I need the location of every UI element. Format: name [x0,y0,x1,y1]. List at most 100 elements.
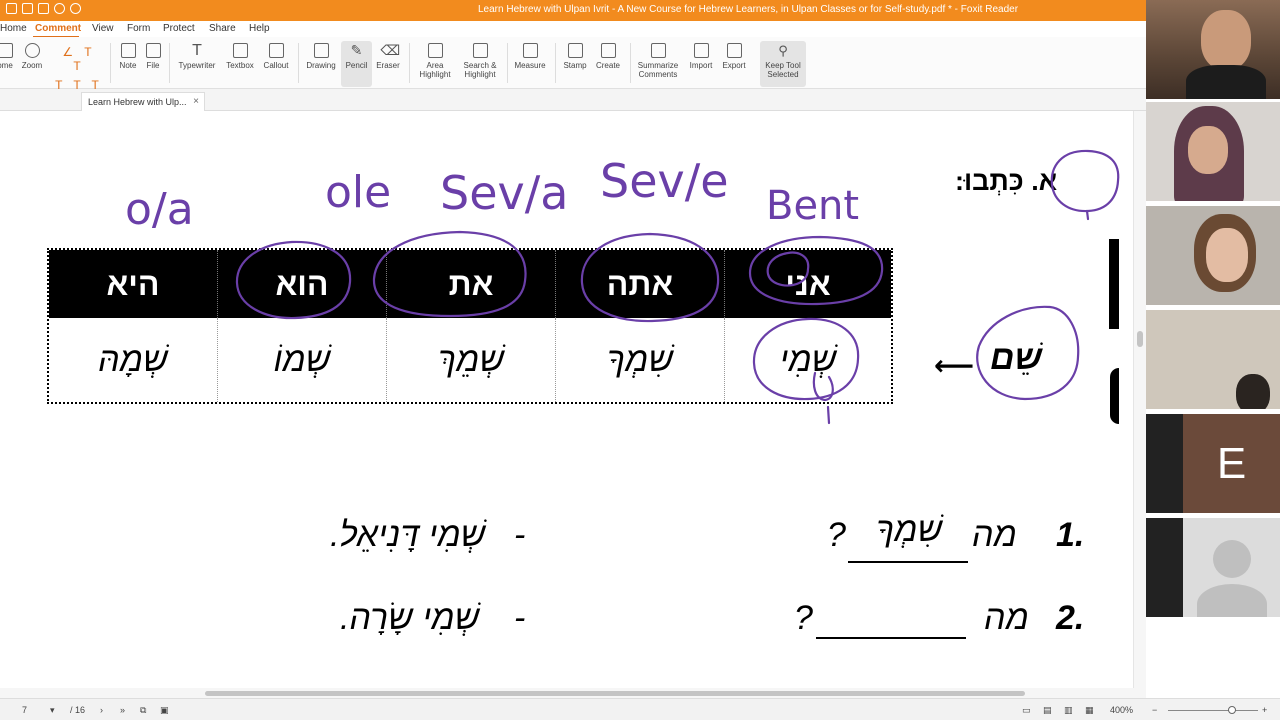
note-icon [120,43,136,58]
last-page-icon[interactable]: » [120,705,125,715]
participant-video-3[interactable] [1146,206,1280,305]
measure-tool[interactable]: Measure [511,41,549,87]
ink-circle [976,305,1080,401]
participant-video-host[interactable] [1146,0,1280,99]
single-page-icon[interactable]: ▭ [1022,705,1031,716]
redo-icon[interactable] [70,3,81,14]
zoom-out-icon[interactable]: − [1152,705,1157,715]
app-icon[interactable] [6,3,17,14]
stamp-icon [567,43,583,58]
ink-mark [826,405,831,425]
search-highlight-tool[interactable]: Search & Highlight [458,41,502,87]
avatar [1236,374,1270,409]
text-markup-icons: ∠ T T [62,45,96,73]
drawing-tool[interactable]: Drawing [303,41,339,87]
ink-annotations: o/a ole Sev/a Sev/e Bent [125,149,1120,425]
textbox-tool[interactable]: Textbox [223,41,257,87]
menu-view[interactable]: View [92,23,114,34]
menu-share[interactable]: Share [209,23,236,34]
foxit-reader-window: Learn Hebrew with Ulpan Ivrit - A New Co… [0,0,1280,720]
menu-bar: Home Comment View Form Protect Share Hel… [0,21,1146,38]
horizontal-scrollbar[interactable] [0,688,1146,698]
menu-protect[interactable]: Protect [163,23,195,34]
open-icon[interactable] [22,3,33,14]
file-tool[interactable]: File [143,41,163,87]
copy-icon[interactable]: ⧉ [140,705,146,716]
next-page-icon[interactable]: › [100,705,103,715]
status-bar: 7 ▾ / 16 › » ⧉ ▣ ▭ ▤ ▥ ▦ 400% − + [0,698,1280,720]
avatar-face [1188,126,1228,174]
area-highlight-icon [427,43,443,58]
facing-icon[interactable]: ▥ [1064,705,1073,716]
callout-icon [268,43,284,58]
document-tab[interactable]: Learn Hebrew with Ulp... × [81,92,205,111]
zoom-slider-knob[interactable] [1228,706,1236,714]
export-tool[interactable]: Export [719,41,749,87]
current-page-field[interactable]: 7 [22,705,27,715]
ink-circle [748,235,884,306]
callout-tool[interactable]: Callout [260,41,292,87]
file-attach-icon [145,43,161,58]
menu-form[interactable]: Form [127,23,150,34]
scroll-thumb[interactable] [205,691,1025,696]
menu-help[interactable]: Help [249,23,270,34]
document-tabs: Learn Hebrew with Ulp... × [0,89,1146,111]
pin-icon: ⚲ [778,43,788,58]
summarize-icon [650,43,666,58]
avatar-body-icon [1197,584,1267,617]
ink-note-sheva-e: Sev/e [600,154,729,208]
close-tab-icon[interactable]: × [193,96,199,107]
ink-note-ole: ole [325,167,391,218]
hand-tool[interactable]: ome [0,41,14,87]
vertical-scrollbar[interactable] [1133,111,1146,688]
ink-note-o-a: o/a [125,184,194,235]
scroll-thumb[interactable] [1137,331,1143,347]
highlight-tools[interactable]: ∠ T T T T T [54,41,104,92]
participant-video-e[interactable]: E [1146,414,1280,513]
video-participants-panel: E [1146,0,1280,698]
ink-mark [1085,209,1090,221]
measure-icon [522,43,538,58]
window-title: Learn Hebrew with Ulpan Ivrit - A New Co… [478,4,1019,15]
reflow-icon[interactable]: ▣ [160,705,169,716]
pencil-tool[interactable]: ✎ Pencil [341,41,372,87]
participant-video-avatar[interactable] [1146,518,1280,617]
pdf-page-view[interactable]: א. כִּתְבוּ: היא הוא את אתה אני שְׁמָהּ … [0,111,1133,688]
eraser-tool[interactable]: ⌫ Eraser [374,41,402,87]
summarize-comments-tool[interactable]: Summarize Comments [634,41,682,87]
zoom-icon [24,43,40,58]
participant-video-2[interactable] [1146,102,1280,201]
create-stamp-icon [600,43,616,58]
page-dropdown-icon[interactable]: ▾ [50,705,55,716]
save-icon[interactable] [38,3,49,14]
export-icon [726,43,742,58]
ink-circle [580,232,720,323]
continuous-icon[interactable]: ▤ [1043,705,1052,716]
stamp-tool[interactable]: Stamp [560,41,590,87]
note-tool[interactable]: Note [116,41,140,87]
cover-icon[interactable]: ▦ [1085,705,1094,716]
menu-home[interactable]: Home [0,23,27,34]
zoom-level[interactable]: 400% [1110,705,1133,715]
zoom-tool[interactable]: Zoom [20,41,44,87]
avatar [1201,10,1251,70]
menu-comment[interactable]: Comment [35,23,81,34]
ink-circle [372,230,527,318]
title-bar: Learn Hebrew with Ulpan Ivrit - A New Co… [0,0,1146,21]
keep-tool-selected[interactable]: ⚲ Keep Tool Selected [760,41,806,87]
rectangle-icon [313,43,329,58]
undo-icon[interactable] [54,3,65,14]
area-highlight-tool[interactable]: Area Highlight [414,41,456,87]
eraser-icon: ⌫ [380,42,401,58]
participant-video-4[interactable] [1146,310,1280,409]
search-highlight-icon [472,43,488,58]
import-tool[interactable]: Import [686,41,716,87]
zoom-in-icon[interactable]: + [1262,705,1267,715]
textbox-icon [232,43,248,58]
zoom-slider[interactable] [1168,710,1258,711]
participant-initial: E [1183,414,1280,513]
ink-note-bent: Bent [766,183,859,229]
create-stamp-tool[interactable]: Create [592,41,624,87]
typewriter-tool[interactable]: T Typewriter [175,41,219,87]
page-total: / 16 [70,705,86,715]
